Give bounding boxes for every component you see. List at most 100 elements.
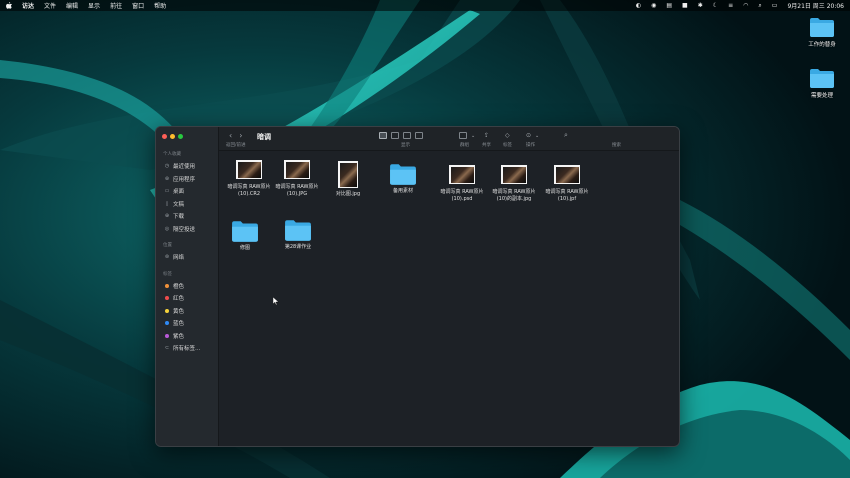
sidebar-tag-yellow[interactable]: 黄色	[156, 305, 219, 318]
action-button[interactable]: ⊙ ⌄	[526, 132, 539, 139]
finder-toolbar: ‹ › 返回/前进 暗调 显示 ⌄ 群组 ⇪ 共享 ◇ 标签 ⊙ ⌄ 操作 ⌕ 搜…	[219, 127, 679, 151]
moon-icon[interactable]: ☾	[713, 0, 718, 11]
image-thumbnail	[501, 165, 527, 184]
file-item[interactable]: 暗调写真 RAW原片 (10).psd	[435, 165, 489, 202]
sidebar-item-label: 桌面	[173, 189, 185, 196]
file-name: 暗调写真 RAW原片 (10).psd	[440, 189, 484, 202]
forward-arrow-icon[interactable]: ›	[239, 131, 242, 140]
tag-dot-icon	[165, 321, 169, 326]
group-icon	[459, 132, 467, 139]
file-item[interactable]: 暗调写真 RAW原片 (10).CR2	[222, 160, 276, 197]
clipboard-icon[interactable]: ▤	[666, 0, 672, 11]
folder-item[interactable]: 修图	[218, 219, 272, 252]
sidebar-item-label: 紫色	[173, 333, 185, 340]
toggle-icon[interactable]: ▭	[772, 0, 778, 11]
column-view-icon[interactable]	[403, 132, 411, 139]
tag-dot-icon	[165, 296, 169, 301]
desktop-folder-alias[interactable]: 工作的替身	[800, 16, 844, 48]
bluetooth-icon[interactable]: ✱	[698, 0, 703, 11]
file-item[interactable]: 暗调写真 RAW原片 (10).jpf	[540, 165, 594, 202]
close-button[interactable]	[162, 134, 167, 139]
sidebar-item-documents[interactable]: ▯ 文稿	[156, 198, 219, 211]
spotlight-icon[interactable]: ⌕	[758, 0, 761, 11]
file-name: 修图	[239, 245, 250, 251]
sidebar-item-downloads[interactable]: ⊕ 下载	[156, 210, 219, 223]
minimize-button[interactable]	[170, 134, 175, 139]
gallery-view-icon[interactable]	[415, 132, 423, 139]
apple-menu-icon[interactable]	[6, 2, 12, 9]
share-icon: ⇪	[484, 132, 490, 139]
airdrop-icon: ◎	[164, 225, 170, 232]
sidebar-item-applications[interactable]: ⊛ 应用程序	[156, 173, 219, 186]
sidebar-item-label: 网络	[173, 255, 185, 262]
tag-icon: ◇	[505, 132, 510, 139]
back-arrow-icon[interactable]: ‹	[229, 131, 232, 140]
sidebar-item-label: 所有标签…	[173, 346, 201, 353]
tag-dot-icon	[165, 308, 169, 313]
sidebar-tag-blue[interactable]: 蓝色	[156, 317, 219, 330]
image-thumbnail	[236, 160, 262, 179]
tag-dot-icon	[165, 283, 169, 288]
mouse-cursor-icon	[273, 297, 279, 305]
share-button[interactable]: ⇪	[484, 132, 489, 139]
input-method-icon[interactable]: ■	[682, 0, 688, 11]
sidebar-tag-purple[interactable]: 紫色	[156, 330, 219, 343]
clock-icon: ◷	[164, 163, 170, 170]
sidebar-tag-red[interactable]: 红色	[156, 292, 219, 305]
apps-icon: ⊛	[164, 175, 170, 182]
sidebar-item-label: 下载	[173, 214, 185, 221]
menu-go[interactable]: 前往	[110, 1, 122, 10]
menu-help[interactable]: 帮助	[154, 1, 166, 10]
network-icon: ⊜	[164, 254, 170, 261]
sidebar-item-recents[interactable]: ◷ 最近使用	[156, 160, 219, 173]
sidebar-item-desktop[interactable]: ▭ 桌面	[156, 185, 219, 198]
image-thumbnail	[554, 165, 580, 184]
sidebar-item-label: 橙色	[173, 283, 185, 290]
sidebar-item-label: 应用程序	[173, 176, 196, 183]
nav-arrows: ‹ ›	[229, 131, 242, 140]
group-button[interactable]: ⌄	[459, 132, 475, 139]
tag-label: 标签	[503, 143, 512, 148]
status-app-icon[interactable]: ◐	[636, 0, 641, 11]
window-controls	[162, 134, 183, 139]
file-item[interactable]: 暗调写真 RAW原片 (10).JPG	[270, 160, 324, 197]
sidebar-tag-all[interactable]: ⊂ 所有标签…	[156, 342, 219, 355]
sidebar-heading-tags: 标签	[163, 271, 172, 277]
menu-edit[interactable]: 编辑	[66, 1, 78, 10]
icon-view-icon[interactable]	[379, 132, 387, 139]
file-item[interactable]: 暗调写真 RAW原片 (10)的副本.jpg	[487, 165, 541, 202]
file-name: 暗调写真 RAW原片 (10).jpf	[545, 189, 589, 202]
menu-file[interactable]: 文件	[44, 1, 56, 10]
eye-icon[interactable]: ◉	[651, 0, 656, 11]
tag-button[interactable]: ◇	[505, 132, 510, 139]
sidebar-item-label: 黄色	[173, 308, 185, 315]
action-label: 操作	[526, 143, 535, 148]
clock[interactable]: 9月21日 周三 20:06	[787, 1, 844, 10]
desktop-folder-todo[interactable]: 需要处理	[800, 67, 844, 99]
file-name: 暗调写真 RAW原片 (10).CR2	[227, 184, 271, 197]
sidebar-item-airdrop[interactable]: ◎ 隔空投送	[156, 223, 219, 236]
menu-view[interactable]: 显示	[88, 1, 100, 10]
folder-item[interactable]: 第28课作业	[271, 218, 325, 251]
search-icon[interactable]: ⌕	[564, 131, 568, 140]
image-thumbnail	[449, 165, 475, 184]
sidebar-item-label: 隔空投送	[173, 226, 196, 233]
folder-icon	[232, 221, 258, 242]
menu-window[interactable]: 窗口	[132, 1, 144, 10]
menu-app-name[interactable]: 访达	[22, 1, 34, 10]
fullscreen-button[interactable]	[178, 134, 183, 139]
control-center-icon[interactable]: ≡	[728, 0, 733, 11]
desktop-icon: ▭	[164, 188, 170, 195]
desktop-icon-label: 工作的替身	[808, 42, 836, 48]
sidebar-tag-orange[interactable]: 橙色	[156, 280, 219, 293]
folder-icon	[810, 69, 834, 88]
folder-item[interactable]: 备用素材	[376, 162, 430, 195]
list-view-icon[interactable]	[391, 132, 399, 139]
tag-dot-icon	[165, 333, 169, 338]
window-title: 暗调	[257, 133, 271, 141]
document-icon: ▯	[165, 200, 169, 207]
sidebar-item-network[interactable]: ⊜ 网络	[156, 251, 219, 264]
file-item[interactable]: 对比图.jpg	[321, 161, 375, 198]
sidebar-item-label: 红色	[173, 296, 185, 303]
wifi-icon[interactable]: ◠	[743, 0, 748, 11]
